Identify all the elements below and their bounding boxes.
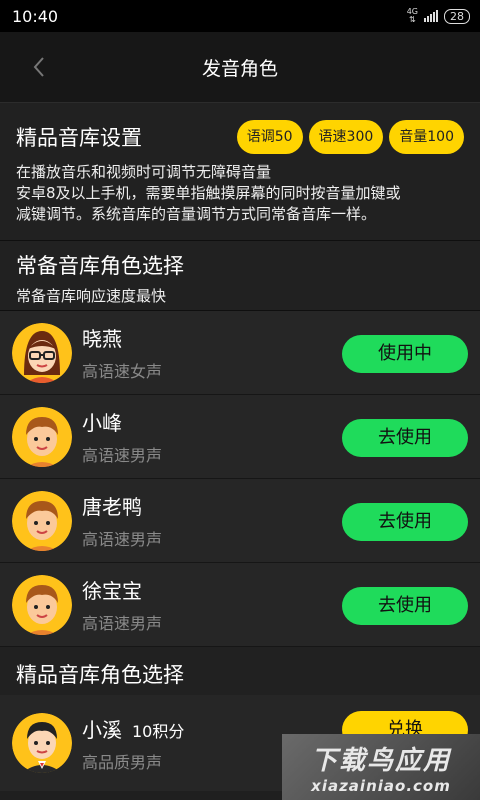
description-line: 安卓8及以上手机，需要单指触摸屏幕的同时按音量加键或 <box>16 184 401 202</box>
voice-description: 高语速男声 <box>82 614 163 633</box>
premium-settings-title: 精品音库设置 <box>16 126 142 150</box>
voice-item-xubaobao[interactable]: 徐宝宝 高语速男声 去使用 <box>0 563 480 647</box>
status-icons: 4G ⇅ 28 <box>407 8 470 24</box>
voice-name: 小峰 <box>82 411 122 435</box>
signal-icon <box>424 10 438 22</box>
data-arrows-icon: ⇅ <box>409 15 416 24</box>
voice-name: 小溪 <box>82 717 122 742</box>
common-voices-title: 常备音库角色选择 <box>16 254 184 278</box>
status-bar: 10:40 4G ⇅ 28 <box>0 0 480 32</box>
voice-description: 高品质男声 <box>82 752 163 772</box>
in-use-button[interactable]: 使用中 <box>342 335 468 373</box>
female-avatar-icon <box>12 322 72 383</box>
description-line: 在播放音乐和视频时可调节无障碍音量 <box>16 163 272 181</box>
male-avatar-icon <box>12 490 72 551</box>
battery-icon: 28 <box>444 8 470 24</box>
use-button[interactable]: 去使用 <box>342 503 468 541</box>
voice-name: 唐老鸭 <box>82 495 142 519</box>
watermark-url: xiazainiao.com <box>311 776 451 795</box>
use-button[interactable]: 去使用 <box>342 587 468 625</box>
use-button[interactable]: 去使用 <box>342 419 468 457</box>
page-header: 发音角色 <box>0 32 480 103</box>
voice-description: 高语速男声 <box>82 446 163 465</box>
premium-voices-header: 精品音库角色选择 <box>0 647 480 695</box>
voice-item-xiaoyan[interactable]: 晓燕 高语速女声 使用中 <box>0 311 480 395</box>
watermark-logo: 下载鸟应用 xiazainiao.com <box>282 734 480 800</box>
voice-description: 高语速男声 <box>82 530 163 549</box>
voice-item-xiaofeng[interactable]: 小峰 高语速男声 去使用 <box>0 395 480 479</box>
common-voices-subtitle: 常备音库响应速度最快 <box>16 287 167 305</box>
male-avatar-icon <box>12 713 72 773</box>
premium-settings-description: 在播放音乐和视频时可调节无障碍音量 安卓8及以上手机，需要单指触摸屏幕的同时按音… <box>16 162 464 225</box>
page-title: 发音角色 <box>201 57 278 80</box>
pitch-pill[interactable]: 语调50 <box>236 120 303 154</box>
premium-voices-title: 精品音库角色选择 <box>16 663 184 687</box>
voice-name: 徐宝宝 <box>82 579 142 603</box>
premium-settings-section: 精品音库设置 语调50 语速300 音量100 在播放音乐和视频时可调节无障碍音… <box>0 103 480 241</box>
description-line: 减键调节。系统音库的音量调节方式同常备音库一样。 <box>16 205 377 223</box>
battery-level: 28 <box>450 9 464 23</box>
settings-pills: 语调50 语速300 音量100 <box>236 120 464 154</box>
male-avatar-icon <box>12 406 72 467</box>
watermark-text: 下载鸟应用 <box>310 745 451 776</box>
network-indicator: 4G ⇅ <box>407 8 418 24</box>
male-avatar-icon <box>12 574 72 635</box>
voice-item-tanglaoya[interactable]: 唐老鸭 高语速男声 去使用 <box>0 479 480 563</box>
volume-pill[interactable]: 音量100 <box>389 120 464 154</box>
common-voices-header: 常备音库角色选择 常备音库响应速度最快 <box>0 241 480 311</box>
voice-name: 晓燕 <box>82 327 122 351</box>
status-time: 10:40 <box>12 6 59 26</box>
common-voices-list: 晓燕 高语速女声 使用中 小峰 高语速男声 去使用 唐老鸭 高语速男声 去使用 … <box>0 311 480 647</box>
voice-points: 10积分 <box>132 721 185 741</box>
voice-description: 高语速女声 <box>82 362 163 381</box>
speed-pill[interactable]: 语速300 <box>308 120 384 154</box>
back-arrow-icon[interactable] <box>26 53 54 81</box>
